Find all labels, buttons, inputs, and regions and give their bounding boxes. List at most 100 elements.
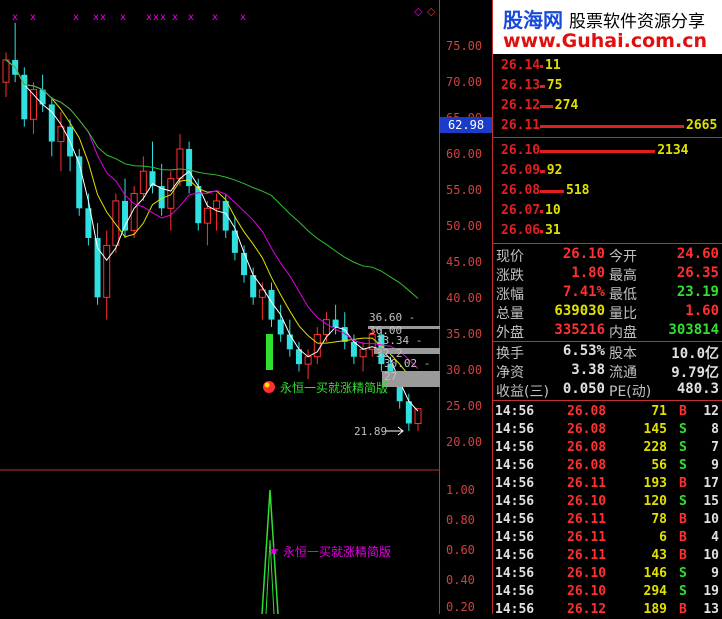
- quote-value: 9.79亿: [671, 365, 719, 381]
- tick-row[interactable]: 14:56 26.11 43 B 10: [493, 547, 722, 565]
- order-price: 26.08: [501, 183, 541, 198]
- tick-row[interactable]: 14:56 26.08 228 S 7: [493, 439, 722, 457]
- candle-body[interactable]: [304, 356, 312, 365]
- tick-price: 26.08: [567, 458, 607, 473]
- quote-value: 6.53%: [562, 343, 605, 359]
- quote-value: 10.0亿: [671, 346, 719, 362]
- quote-label: 涨跌: [496, 268, 524, 284]
- axis-tick: 30.00: [446, 363, 483, 377]
- order-volume: 31: [545, 223, 561, 238]
- candle-body[interactable]: [2, 59, 10, 83]
- tick-row[interactable]: 14:56 26.08 56 S 9: [493, 457, 722, 475]
- candle-body[interactable]: [359, 348, 367, 358]
- quote-value: 480.3: [676, 381, 719, 397]
- tick-row[interactable]: 14:56 26.11 6 B 4: [493, 529, 722, 547]
- candle-body[interactable]: [203, 207, 211, 224]
- tick-count: 10: [703, 512, 719, 527]
- logo-slogan: 股票软件资源分享: [569, 12, 705, 32]
- order-price: 26.07: [501, 203, 541, 218]
- order-volume: 75: [546, 78, 563, 93]
- divider: [493, 137, 722, 138]
- volume-bar: [540, 190, 564, 193]
- tick-time: 14:56: [495, 440, 535, 455]
- volume-bar: [540, 85, 545, 88]
- tick-time: 14:56: [495, 512, 535, 527]
- tick-time: 14:56: [495, 404, 535, 419]
- kline-chart-canvas[interactable]: xxxxxxxxxxxxx ★ ◇ ◇: [0, 0, 440, 614]
- axis-tick: 35.00: [446, 327, 483, 341]
- candle-body[interactable]: [286, 334, 293, 350]
- axis-tick: 45.00: [446, 255, 483, 269]
- quote-value: 303814: [668, 322, 719, 338]
- candle-body[interactable]: [167, 178, 175, 209]
- volume-bar: [540, 125, 684, 128]
- quote-label: 股本: [609, 346, 637, 362]
- candle-body[interactable]: [103, 244, 111, 298]
- volume-bar: [540, 230, 543, 233]
- candle-body[interactable]: [176, 148, 184, 180]
- candle-body[interactable]: [213, 200, 221, 209]
- axis-tick: 0.40: [446, 573, 475, 587]
- tick-count: 7: [711, 440, 719, 455]
- axis-tick: 70.00: [446, 75, 483, 89]
- divider: [493, 400, 722, 401]
- tick-price: 26.12: [567, 602, 607, 617]
- kline-chart[interactable]: xxxxxxxxxxxxx ★ ◇ ◇ 永恒一买就涨精简版 永恒一买就涨精简版 …: [0, 0, 440, 614]
- tick-row[interactable]: 14:56 26.10 146 S 9: [493, 565, 722, 583]
- top-marker: x: [172, 12, 178, 23]
- candle-body[interactable]: [241, 252, 248, 276]
- chart-watermark-label: 永恒一买就涨精简版: [280, 381, 389, 395]
- order-row[interactable]: 26.09 92: [493, 161, 722, 181]
- tick-row[interactable]: 14:56 26.10 294 S 19: [493, 583, 722, 601]
- tick-side: B: [679, 404, 687, 419]
- order-price: 26.10: [501, 143, 541, 158]
- quote-label: 今开: [609, 249, 637, 265]
- tick-side: S: [679, 494, 687, 509]
- quote-label: 总量: [496, 306, 524, 322]
- candle-body[interactable]: [277, 319, 284, 335]
- quote-label: 换手: [496, 346, 524, 362]
- candle-body[interactable]: [139, 170, 147, 194]
- tick-row[interactable]: 14:56 26.08 71 B 12: [493, 403, 722, 421]
- quote-label: 最低: [609, 287, 637, 303]
- top-marker: x: [120, 12, 126, 23]
- candle-body[interactable]: [322, 319, 330, 335]
- order-volume: 11: [545, 58, 561, 73]
- tick-count: 4: [711, 530, 719, 545]
- tick-row[interactable]: 14:56 26.12 189 B 13: [493, 601, 722, 619]
- quote-row: 总量 639030 量比 1.60: [493, 303, 722, 322]
- order-row[interactable]: 26.08 518: [493, 181, 722, 201]
- candle-body[interactable]: [405, 401, 412, 424]
- order-row[interactable]: 26.06 31: [493, 221, 722, 241]
- candle-body[interactable]: [112, 200, 120, 246]
- quote-value: 1.60: [685, 303, 719, 319]
- volume-bar: [540, 170, 545, 173]
- tick-row[interactable]: 14:56 26.11 193 B 17: [493, 475, 722, 493]
- order-row[interactable]: 26.11 2665: [493, 116, 722, 136]
- order-row[interactable]: 26.12 274: [493, 96, 722, 116]
- diamond-icon[interactable]: ◇: [414, 5, 423, 18]
- tick-price: 26.11: [567, 476, 607, 491]
- quote-value: 26.10: [562, 246, 605, 262]
- logo-banner[interactable]: 股海网 股票软件资源分享 www.Guhai.com.cn: [493, 0, 722, 54]
- axis-tick: 40.00: [446, 291, 483, 305]
- order-price: 26.09: [501, 163, 541, 178]
- axis-tick: 55.00: [446, 183, 483, 197]
- order-row[interactable]: 26.13 75: [493, 76, 722, 96]
- tick-row[interactable]: 14:56 26.11 78 B 10: [493, 511, 722, 529]
- quote-label: 收益(三): [496, 384, 549, 400]
- tick-count: 8: [711, 422, 719, 437]
- order-row[interactable]: 26.10 2134: [493, 141, 722, 161]
- diamond-icon-2[interactable]: ◇: [427, 5, 436, 18]
- tick-row[interactable]: 14:56 26.08 145 S 8: [493, 421, 722, 439]
- top-marker: x: [146, 12, 152, 23]
- tick-volume: 56: [651, 458, 667, 473]
- quote-label: 净资: [496, 365, 524, 381]
- quote-value: 335216: [554, 322, 605, 338]
- tick-side: S: [679, 566, 687, 581]
- tick-side: B: [679, 512, 687, 527]
- order-row[interactable]: 26.14 11: [493, 56, 722, 76]
- tick-row[interactable]: 14:56 26.10 120 S 15: [493, 493, 722, 511]
- order-row[interactable]: 26.07 10: [493, 201, 722, 221]
- candle-body[interactable]: [332, 319, 339, 328]
